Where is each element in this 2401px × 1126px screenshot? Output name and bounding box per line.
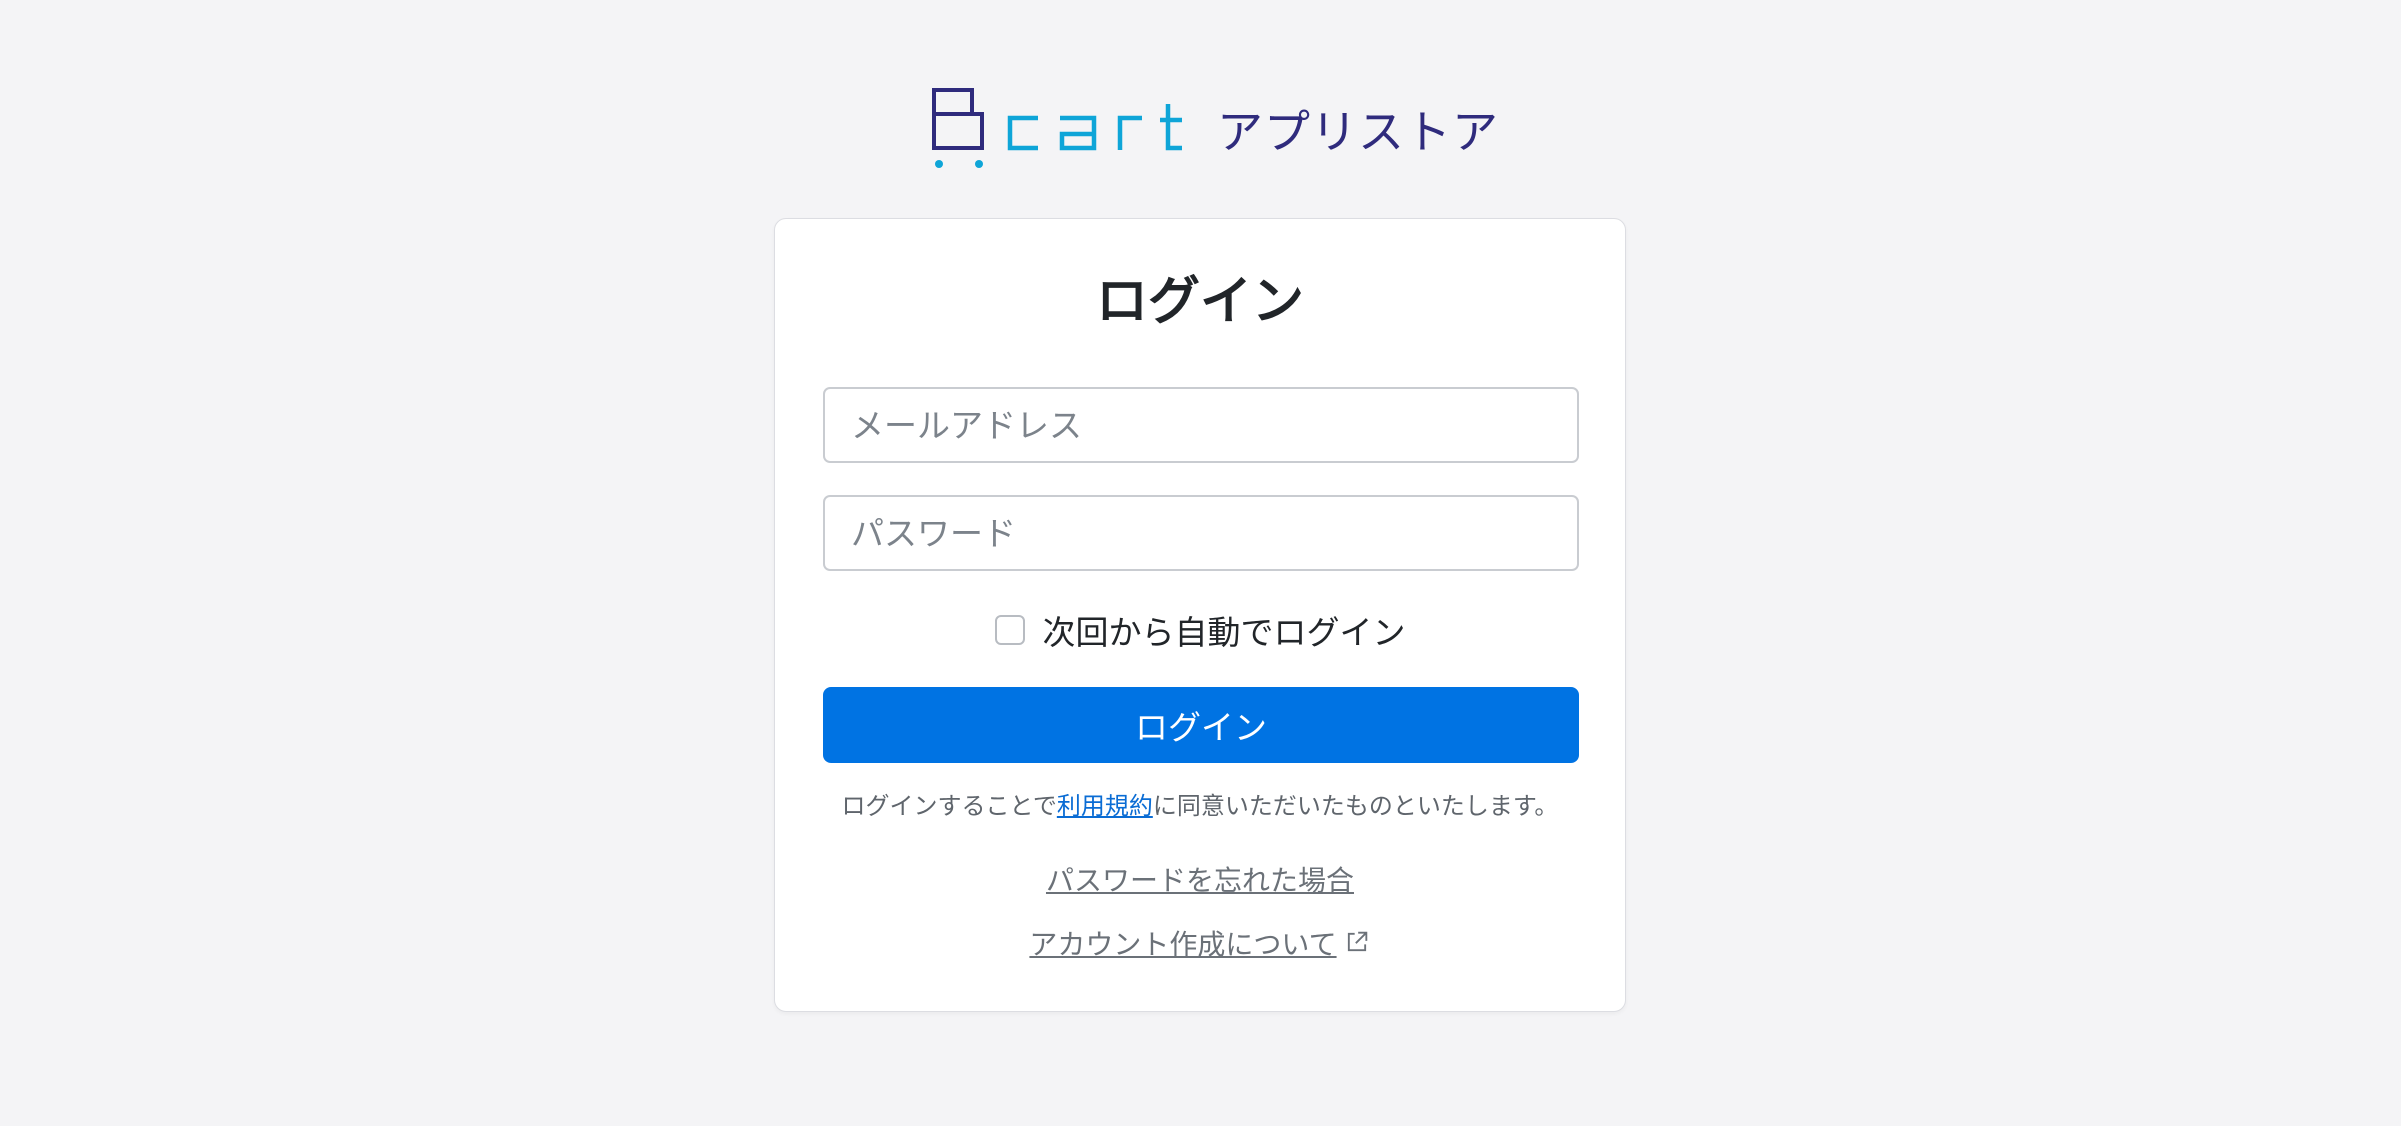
- forgot-password-label[interactable]: パスワードを忘れた場合: [1046, 864, 1354, 897]
- login-button[interactable]: ログイン: [823, 687, 1579, 763]
- remember-me[interactable]: 次回から自動でログイン: [775, 606, 1625, 654]
- account-info-label[interactable]: アカウント作成について: [1029, 928, 1336, 961]
- brand-suffix: アプリストア: [1217, 105, 1499, 159]
- b-cart-icon: [932, 88, 1182, 168]
- terms-suffix: に同意いただいたものといたします。: [1152, 792, 1559, 820]
- login-card: ログイン 次回から自動でログイン ログイン ログインすることで利用規約に同意いた…: [774, 218, 1626, 1012]
- remember-label[interactable]: 次回から自動でログイン: [1043, 606, 1406, 654]
- terms-prefix: ログインすることで: [841, 792, 1057, 820]
- external-link-icon: [1347, 931, 1367, 952]
- password-field[interactable]: [823, 495, 1579, 571]
- terms-link[interactable]: 利用規約: [1057, 792, 1153, 820]
- account-info-link[interactable]: アカウント作成について: [775, 923, 1625, 963]
- remember-checkbox[interactable]: [994, 615, 1025, 645]
- email-field[interactable]: [823, 387, 1579, 463]
- forgot-password-link[interactable]: パスワードを忘れた場合: [775, 859, 1625, 899]
- terms-notice: ログインすることで利用規約に同意いただいたものといたします。: [775, 786, 1625, 821]
- brand-logo: アプリストア: [930, 88, 1498, 170]
- page-title: ログイン: [1095, 272, 1304, 332]
